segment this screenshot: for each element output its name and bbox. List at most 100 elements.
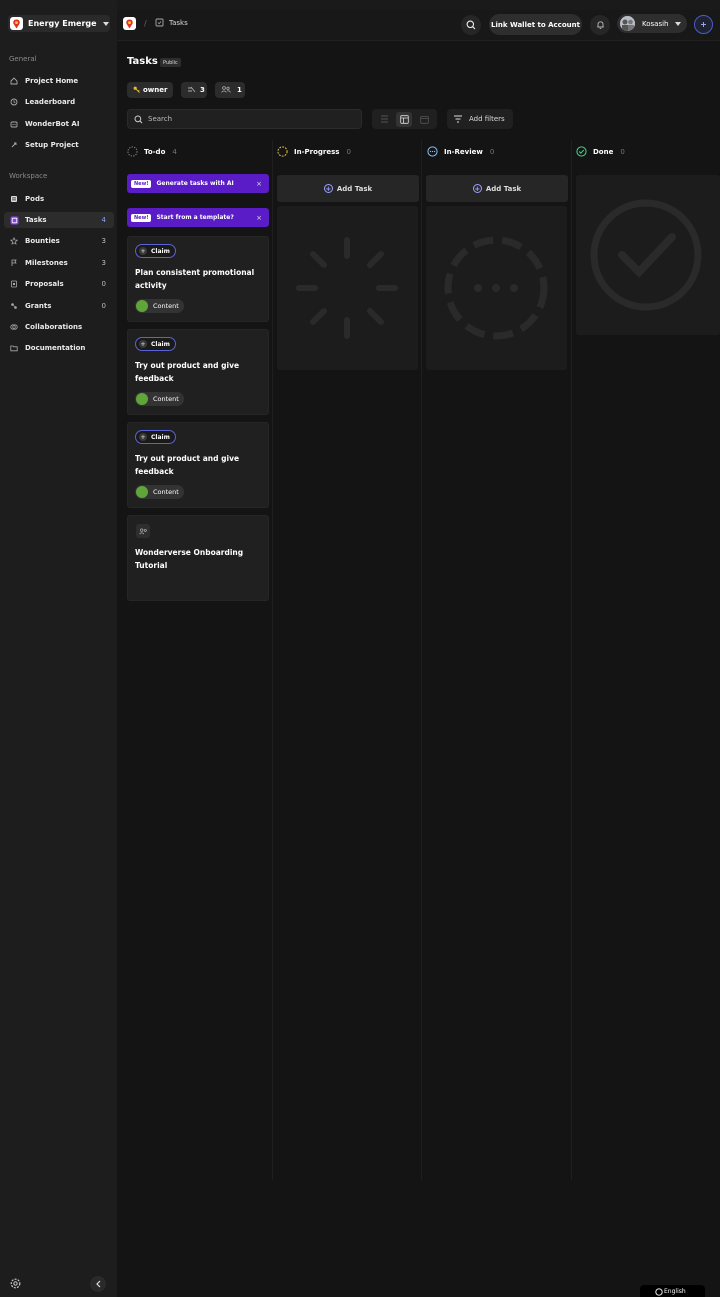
collapse-sidebar-button[interactable]: [90, 1276, 106, 1292]
globe-icon: [655, 1288, 663, 1296]
settings-gear-icon[interactable]: [9, 1277, 22, 1290]
search-input[interactable]: [148, 115, 348, 123]
sidebar-item-proposals[interactable]: Proposals 0: [4, 276, 114, 292]
bot-icon: [9, 119, 19, 129]
add-filters-button[interactable]: Add filters: [447, 109, 513, 129]
generate-ai-banner[interactable]: New! Generate tasks with AI ×: [127, 174, 269, 193]
tasks-count-badge: 4: [101, 216, 106, 224]
column-count: 0: [620, 147, 625, 156]
content-tag-icon: [136, 300, 148, 312]
sidebar-item-tasks[interactable]: Tasks 4: [4, 212, 114, 228]
content-tag: Content: [135, 392, 184, 406]
create-button[interactable]: [694, 15, 713, 34]
sidebar-item-label: Bounties: [25, 237, 60, 245]
claim-button[interactable]: + Claim: [135, 430, 176, 444]
members-chip[interactable]: 1: [215, 82, 245, 98]
new-badge: New!: [131, 213, 152, 222]
language-selector[interactable]: English: [640, 1285, 705, 1297]
role-chip[interactable]: owner: [127, 82, 173, 98]
banner-label: Start from a template?: [156, 214, 234, 221]
task-card[interactable]: + Claim Try out product and give feedbac…: [127, 422, 269, 508]
tag-label: Content: [153, 395, 179, 403]
sidebar-item-grants[interactable]: Grants 0: [4, 298, 114, 314]
empty-in-review-illustration: [426, 206, 567, 370]
column-title: Done: [593, 147, 614, 156]
workspace-section-label: Workspace: [9, 172, 48, 180]
sidebar-item-leaderboard[interactable]: Leaderboard: [4, 94, 114, 110]
calendar-view-button[interactable]: [416, 112, 432, 127]
tasks-icon: [155, 18, 164, 27]
sidebar-item-label: Documentation: [25, 344, 86, 352]
sidebar-item-collaborations[interactable]: Collaborations: [4, 319, 114, 335]
link-wallet-button[interactable]: Link Wallet to Account: [489, 14, 582, 35]
add-task-button-in-review[interactable]: + Add Task: [426, 175, 568, 202]
bounties-count-badge: 3: [101, 237, 106, 245]
sidebar-item-pods[interactable]: Pods: [4, 191, 114, 207]
task-card[interactable]: + Claim Plan consistent promotional acti…: [127, 236, 269, 322]
sidebar-item-label: Pods: [25, 195, 45, 203]
done-status-icon: [576, 146, 587, 157]
rocket-icon: [9, 140, 19, 150]
breadcrumb-tasks[interactable]: Tasks: [155, 18, 188, 27]
banner-label: Generate tasks with AI: [156, 180, 234, 187]
header-search-button[interactable]: [461, 15, 481, 35]
user-menu[interactable]: Kosasih: [617, 14, 687, 33]
sidebar-item-label: Collaborations: [25, 323, 83, 331]
list-view-button[interactable]: [377, 112, 393, 127]
top-header: / Tasks Link Wallet to Account Kosasih: [117, 10, 720, 41]
search-icon: [466, 20, 476, 30]
sidebar-item-wonderbot[interactable]: WonderBot AI: [4, 116, 114, 132]
claim-button[interactable]: + Claim: [135, 337, 176, 351]
sidebar-item-label: Proposals: [25, 280, 64, 288]
notifications-button[interactable]: [590, 15, 610, 35]
task-card[interactable]: + Claim Try out product and give feedbac…: [127, 329, 269, 415]
org-switcher[interactable]: Energy Emerge F...: [8, 15, 110, 32]
breadcrumb-org-logo-icon[interactable]: [123, 17, 136, 30]
in-progress-status-icon: [277, 146, 288, 157]
sidebar-item-label: Project Home: [25, 77, 79, 85]
template-banner[interactable]: New! Start from a template? ×: [127, 208, 269, 227]
key-icon: [133, 86, 140, 95]
close-icon[interactable]: ×: [256, 180, 262, 188]
claim-button[interactable]: + Claim: [135, 244, 176, 258]
add-task-button-in-progress[interactable]: + Add Task: [277, 175, 419, 202]
plus-icon: +: [139, 433, 147, 441]
task-title: Try out product and give feedback: [135, 454, 240, 476]
close-icon[interactable]: ×: [256, 214, 262, 222]
sidebar-item-project-home[interactable]: Project Home: [4, 73, 114, 89]
empty-in-progress-illustration: [277, 206, 418, 370]
general-section-label: General: [9, 55, 37, 63]
board-view-button[interactable]: [396, 111, 413, 127]
visibility-badge: Public: [160, 58, 181, 67]
assignee-placeholder-icon: [136, 524, 150, 538]
sidebar-item-documentation[interactable]: Documentation: [4, 340, 114, 356]
flag-icon: [9, 258, 19, 268]
content-tag-icon: [136, 486, 148, 498]
tasks-icon: [9, 215, 19, 225]
column-header-todo: To-do 4: [127, 146, 177, 157]
avatar: [620, 16, 635, 31]
plus-circle-icon: +: [323, 184, 333, 193]
content-tag: Content: [135, 485, 184, 499]
search-box[interactable]: [127, 109, 362, 129]
column-title: In-Review: [444, 147, 483, 156]
pods-chip[interactable]: 3: [181, 82, 207, 98]
sidebar-item-bounties[interactable]: Bounties 3: [4, 233, 114, 249]
page-title: Tasks: [127, 56, 158, 67]
chevron-left-icon: [95, 1280, 100, 1288]
in-review-status-icon: [427, 146, 438, 157]
sidebar-item-milestones[interactable]: Milestones 3: [4, 255, 114, 271]
folder-icon: [9, 343, 19, 353]
view-toggle: [372, 109, 437, 129]
board-icon: [400, 114, 409, 124]
column-title: To-do: [144, 147, 166, 156]
column-divider: [272, 140, 273, 1180]
column-count: 0: [489, 147, 495, 156]
proposal-icon: [9, 279, 19, 289]
empty-done-illustration: [576, 175, 720, 335]
content-tag-icon: [136, 393, 148, 405]
task-title: Wonderverse Onboarding Tutorial: [135, 548, 244, 570]
sidebar-item-label: Setup Project: [25, 141, 79, 149]
task-card[interactable]: Wonderverse Onboarding Tutorial: [127, 515, 269, 601]
sidebar-item-setup-project[interactable]: Setup Project: [4, 137, 114, 153]
